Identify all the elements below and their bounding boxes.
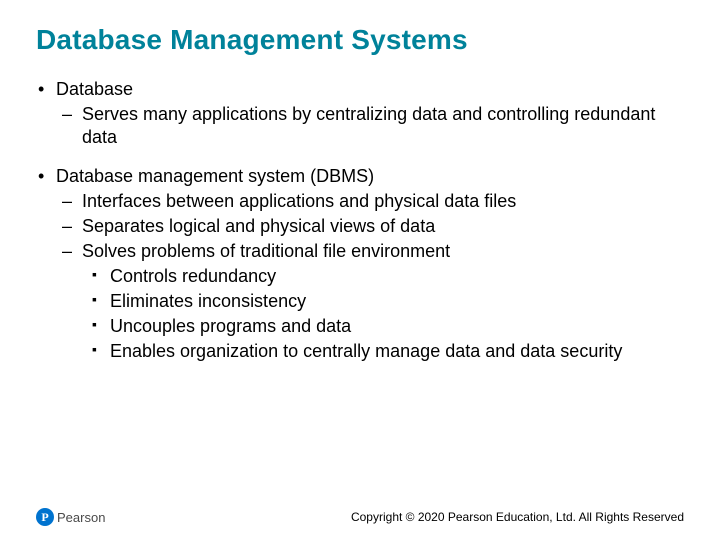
slide-body: Database Serves many applications by cen… (36, 78, 684, 363)
bullet-text: Separates logical and physical views of … (82, 216, 435, 236)
bullet-text: Controls redundancy (110, 266, 276, 286)
slide: Database Management Systems Database Ser… (0, 0, 720, 540)
list-item: Enables organization to centrally manage… (82, 340, 684, 363)
bullet-text: Database management system (DBMS) (56, 166, 374, 186)
list-item: Database management system (DBMS) Interf… (36, 165, 684, 363)
logo-text: Pearson (57, 510, 105, 525)
logo-mark-icon: P (36, 508, 54, 526)
list-item: Controls redundancy (82, 265, 684, 288)
list-item: Database Serves many applications by cen… (36, 78, 684, 149)
slide-title: Database Management Systems (36, 24, 684, 56)
list-item: Uncouples programs and data (82, 315, 684, 338)
bullet-text: Database (56, 79, 133, 99)
bullet-text: Serves many applications by centralizing… (82, 104, 655, 147)
list-item: Eliminates inconsistency (82, 290, 684, 313)
bullet-text: Eliminates inconsistency (110, 291, 306, 311)
bullet-text: Uncouples programs and data (110, 316, 351, 336)
bullet-text: Interfaces between applications and phys… (82, 191, 516, 211)
publisher-logo: P Pearson (36, 508, 105, 526)
bullet-text: Enables organization to centrally manage… (110, 341, 622, 361)
list-item: Serves many applications by centralizing… (56, 103, 684, 149)
list-item: Interfaces between applications and phys… (56, 190, 684, 213)
copyright-text: Copyright © 2020 Pearson Education, Ltd.… (351, 510, 684, 524)
list-item: Solves problems of traditional file envi… (56, 240, 684, 363)
footer: P Pearson Copyright © 2020 Pearson Educa… (36, 508, 684, 526)
list-item: Separates logical and physical views of … (56, 215, 684, 238)
bullet-text: Solves problems of traditional file envi… (82, 241, 450, 261)
